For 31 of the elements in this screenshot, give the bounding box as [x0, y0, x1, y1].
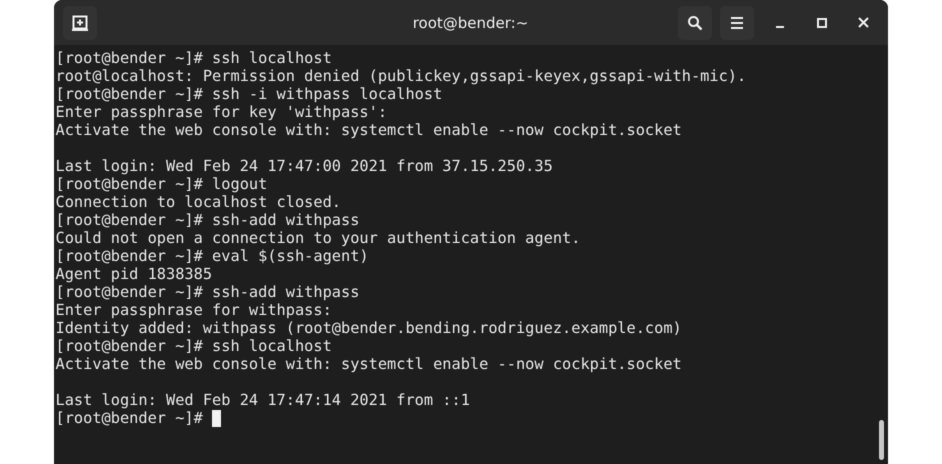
- new-tab-icon: [72, 14, 88, 30]
- search-icon: [686, 14, 702, 30]
- terminal-line: Activate the web console with: systemctl enable --now cockpit.socket: [56, 355, 682, 373]
- menu-icon: [730, 16, 744, 30]
- terminal-line: Last login: Wed Feb 24 17:47:14 2021 from ::1: [56, 391, 470, 409]
- terminal-line: Agent pid 1838385: [56, 265, 212, 283]
- terminal-line: [root@bender ~]# eval $(ssh-agent): [56, 247, 369, 265]
- maximize-icon: [816, 18, 826, 28]
- new-tab-button[interactable]: [62, 6, 96, 40]
- menu-button[interactable]: [720, 6, 754, 40]
- minimize-icon: [776, 26, 784, 28]
- search-button[interactable]: [678, 6, 712, 40]
- terminal-line: [root@bender ~]# ssh-add withpass: [56, 211, 360, 229]
- window-title: root@bender:~: [412, 14, 528, 32]
- terminal-line: [root@bender ~]# logout: [56, 175, 268, 193]
- terminal-line: [root@bender ~]# ssh localhost: [56, 49, 332, 67]
- scrollbar-thumb[interactable]: [878, 420, 884, 460]
- terminal-line: Could not open a connection to your authentication agent.: [56, 229, 580, 247]
- terminal-line: Connection to localhost closed.: [56, 193, 341, 211]
- terminal-line: Activate the web console with: systemctl enable --now cockpit.socket: [56, 121, 682, 139]
- terminal-line: [root@bender ~]# ssh localhost: [56, 337, 332, 355]
- text-cursor: [212, 410, 221, 426]
- terminal-line: Identity added: withpass (root@bender.bending.rodriguez.example.com): [56, 319, 682, 337]
- terminal-prompt: [root@bender ~]#: [56, 409, 203, 427]
- terminal-line: root@localhost: Permission denied (publickey,gssapi-keyex,gssapi-with-mic).: [56, 67, 746, 85]
- terminal-line: Enter passphrase for key 'withpass':: [56, 103, 388, 121]
- close-icon: [858, 17, 869, 28]
- terminal-line: [root@bender ~]# ssh-add withpass: [56, 283, 360, 301]
- terminal-line: Enter passphrase for withpass:: [56, 301, 332, 319]
- terminal-line: Last login: Wed Feb 24 17:47:00 2021 from 37.15.250.35: [56, 157, 553, 175]
- terminal-line: [root@bender ~]# ssh -i withpass localhost: [56, 85, 442, 103]
